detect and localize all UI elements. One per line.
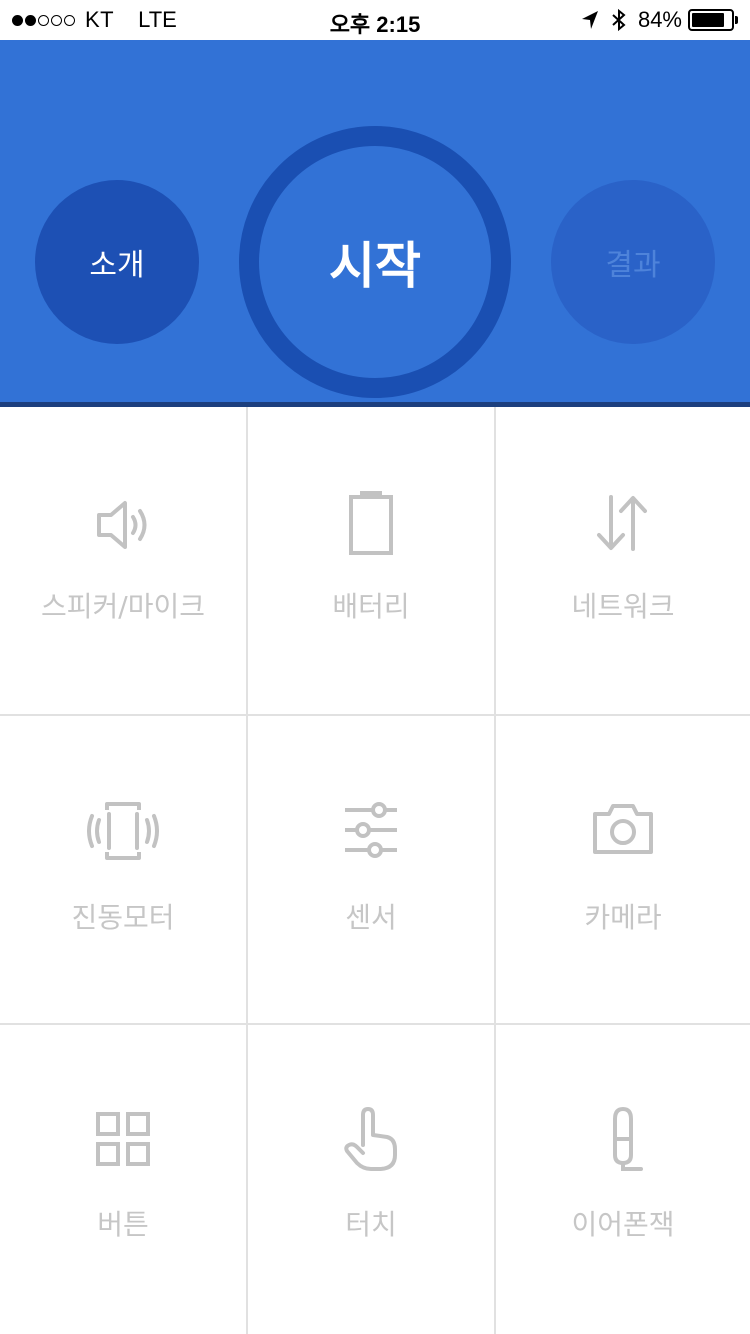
status-right: 84% [580,7,738,33]
status-left: KT LTE [12,7,177,33]
sliders-icon [345,802,397,858]
location-arrow-icon [581,11,598,29]
status-bar: KT LTE 오후 2:15 84% [0,0,750,40]
grid-item-camera[interactable]: 카메라 [496,716,750,1023]
result-label: 결과 [605,248,661,283]
intro-button[interactable]: 소개 [35,180,199,344]
network-type: LTE [138,7,177,32]
result-button[interactable]: 결과 [551,180,715,344]
speaker-icon [97,501,147,549]
battery-icon [688,9,738,31]
grid-item-vibration[interactable]: 진동모터 [0,716,246,1023]
grid-item-touch[interactable]: 터치 [248,1025,494,1334]
grid-item-label: 배터리 [332,590,410,623]
signal-strength-icon [12,14,77,26]
grid-item-label: 스피커/마이크 [41,590,205,623]
bluetooth-icon [612,8,626,32]
grid-item-speaker-mic[interactable]: 스피커/마이크 [0,407,246,714]
intro-label: 소개 [89,248,145,283]
camera-icon [593,804,653,854]
grid-item-label: 이어폰잭 [571,1208,675,1241]
grid-item-label: 터치 [345,1208,397,1241]
battery-icon [349,491,393,555]
earphone-jack-icon [613,1106,643,1171]
carrier-name: KT [85,7,115,32]
grid-item-sensor[interactable]: 센서 [248,716,494,1023]
status-time: 오후 2:15 [329,12,421,37]
grid-item-earphone-jack[interactable]: 이어폰잭 [496,1025,750,1334]
grid-item-label: 네트워크 [571,590,675,623]
grid-item-network[interactable]: 네트워크 [496,407,750,714]
battery-fill [692,13,724,27]
grid-item-battery[interactable]: 배터리 [248,407,494,714]
start-label: 시작 [329,237,421,295]
battery-percent: 84% [637,7,682,32]
grid-item-label: 센서 [345,901,397,934]
grid-item-label: 카메라 [584,901,662,934]
grid-item-label: 진동모터 [71,901,175,934]
touch-hand-icon [344,1107,397,1171]
grid-item-buttons[interactable]: 버튼 [0,1025,246,1334]
header-band: 소개 시작 결과 [0,40,750,404]
start-button[interactable]: 시작 [239,126,511,398]
grid-item-label: 버튼 [97,1208,149,1241]
vibration-icon [87,802,159,860]
network-arrows-icon [597,495,647,551]
grid-buttons-icon [96,1112,150,1166]
